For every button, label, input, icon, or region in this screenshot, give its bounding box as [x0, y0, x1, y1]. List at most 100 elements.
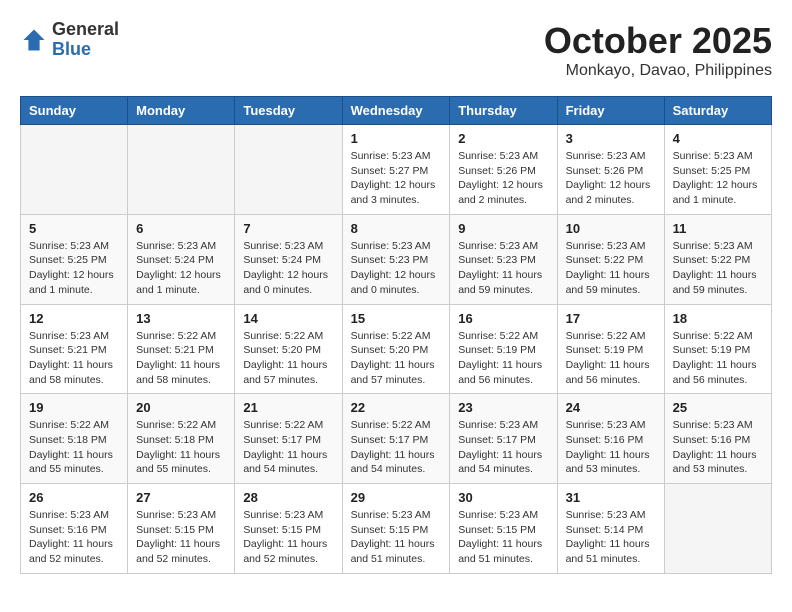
calendar-title: October 2025: [544, 20, 772, 62]
day-cell: [235, 125, 342, 215]
day-number: 30: [458, 490, 548, 505]
day-cell: 31 Sunrise: 5:23 AM Sunset: 5:14 PM Dayli…: [557, 484, 664, 574]
day-number: 1: [351, 131, 442, 146]
day-number: 20: [136, 400, 226, 415]
day-info: Sunrise: 5:23 AM Sunset: 5:17 PM Dayligh…: [458, 418, 548, 477]
day-cell: 2Sunrise: 5:23 AM Sunset: 5:26 PM Daylig…: [450, 125, 557, 215]
day-cell: 7 Sunrise: 5:23 AM Sunset: 5:24 PM Daylig…: [235, 214, 342, 304]
day-number: 17: [566, 311, 656, 326]
day-cell: 27Sunrise: 5:23 AM Sunset: 5:15 PM Dayli…: [128, 484, 235, 574]
day-number: 19: [29, 400, 119, 415]
day-info: Sunrise: 5:23 AM Sunset: 5:16 PM Dayligh…: [566, 418, 656, 477]
week-row-3: 12Sunrise: 5:23 AM Sunset: 5:21 PM Dayli…: [21, 304, 772, 394]
weekday-header-wednesday: Wednesday: [342, 97, 450, 125]
day-info: Sunrise: 5:22 AM Sunset: 5:17 PM Dayligh…: [243, 418, 333, 477]
day-cell: 29Sunrise: 5:23 AM Sunset: 5:15 PM Dayli…: [342, 484, 450, 574]
day-cell: [21, 125, 128, 215]
logo-text: General Blue: [52, 20, 119, 60]
day-cell: [128, 125, 235, 215]
day-info: Sunrise: 5:22 AM Sunset: 5:20 PM Dayligh…: [243, 329, 333, 388]
day-number: 5: [29, 221, 119, 236]
week-row-5: 26 Sunrise: 5:23 AM Sunset: 5:16 PM Dayli…: [21, 484, 772, 574]
day-number: 7: [243, 221, 333, 236]
day-number: 15: [351, 311, 442, 326]
day-cell: 3 Sunrise: 5:23 AM Sunset: 5:26 PM Daylig…: [557, 125, 664, 215]
day-info: Sunrise: 5:23 AM Sunset: 5:24 PM Dayligh…: [136, 239, 226, 298]
day-info: Sunrise: 5:23 AM Sunset: 5:14 PM Dayligh…: [566, 508, 656, 567]
day-cell: 6 Sunrise: 5:23 AM Sunset: 5:24 PM Daylig…: [128, 214, 235, 304]
day-info: Sunrise: 5:23 AM Sunset: 5:16 PM Dayligh…: [29, 508, 119, 567]
day-number: 4: [673, 131, 763, 146]
day-cell: 24 Sunrise: 5:23 AM Sunset: 5:16 PM Dayli…: [557, 394, 664, 484]
day-cell: 1 Sunrise: 5:23 AM Sunset: 5:27 PM Daylig…: [342, 125, 450, 215]
day-info: Sunrise: 5:22 AM Sunset: 5:18 PM Dayligh…: [136, 418, 226, 477]
calendar-location: Monkayo, Davao, Philippines: [544, 62, 772, 80]
day-cell: 14 Sunrise: 5:22 AM Sunset: 5:20 PM Dayli…: [235, 304, 342, 394]
day-cell: 10Sunrise: 5:23 AM Sunset: 5:22 PM Dayli…: [557, 214, 664, 304]
day-info: Sunrise: 5:23 AM Sunset: 5:23 PM Dayligh…: [458, 239, 548, 298]
day-cell: 4 Sunrise: 5:23 AM Sunset: 5:25 PM Daylig…: [664, 125, 771, 215]
logo: General Blue: [20, 20, 119, 60]
page-header: General Blue October 2025 Monkayo, Davao…: [20, 20, 772, 80]
day-number: 21: [243, 400, 333, 415]
calendar-table: SundayMondayTuesdayWednesdayThursdayFrid…: [20, 96, 772, 574]
weekday-header-row: SundayMondayTuesdayWednesdayThursdayFrid…: [21, 97, 772, 125]
day-number: 3: [566, 131, 656, 146]
day-info: Sunrise: 5:22 AM Sunset: 5:19 PM Dayligh…: [566, 329, 656, 388]
day-info: Sunrise: 5:22 AM Sunset: 5:19 PM Dayligh…: [673, 329, 763, 388]
day-number: 6: [136, 221, 226, 236]
day-info: Sunrise: 5:23 AM Sunset: 5:26 PM Dayligh…: [458, 149, 548, 208]
week-row-2: 5 Sunrise: 5:23 AM Sunset: 5:25 PM Daylig…: [21, 214, 772, 304]
day-info: Sunrise: 5:23 AM Sunset: 5:15 PM Dayligh…: [243, 508, 333, 567]
day-number: 10: [566, 221, 656, 236]
day-cell: 28Sunrise: 5:23 AM Sunset: 5:15 PM Dayli…: [235, 484, 342, 574]
day-number: 26: [29, 490, 119, 505]
day-cell: 20 Sunrise: 5:22 AM Sunset: 5:18 PM Dayli…: [128, 394, 235, 484]
day-info: Sunrise: 5:23 AM Sunset: 5:25 PM Dayligh…: [673, 149, 763, 208]
day-number: 9: [458, 221, 548, 236]
day-info: Sunrise: 5:22 AM Sunset: 5:18 PM Dayligh…: [29, 418, 119, 477]
day-info: Sunrise: 5:22 AM Sunset: 5:19 PM Dayligh…: [458, 329, 548, 388]
day-cell: 30 Sunrise: 5:23 AM Sunset: 5:15 PM Dayli…: [450, 484, 557, 574]
day-number: 16: [458, 311, 548, 326]
day-cell: 16 Sunrise: 5:22 AM Sunset: 5:19 PM Dayli…: [450, 304, 557, 394]
day-number: 31: [566, 490, 656, 505]
day-cell: [664, 484, 771, 574]
logo-general-text: General: [52, 20, 119, 40]
day-cell: 12Sunrise: 5:23 AM Sunset: 5:21 PM Dayli…: [21, 304, 128, 394]
day-number: 14: [243, 311, 333, 326]
day-info: Sunrise: 5:23 AM Sunset: 5:21 PM Dayligh…: [29, 329, 119, 388]
day-cell: 21 Sunrise: 5:22 AM Sunset: 5:17 PM Dayli…: [235, 394, 342, 484]
day-info: Sunrise: 5:23 AM Sunset: 5:26 PM Dayligh…: [566, 149, 656, 208]
day-number: 24: [566, 400, 656, 415]
day-info: Sunrise: 5:23 AM Sunset: 5:16 PM Dayligh…: [673, 418, 763, 477]
week-row-1: 1 Sunrise: 5:23 AM Sunset: 5:27 PM Daylig…: [21, 125, 772, 215]
day-number: 22: [351, 400, 442, 415]
day-cell: 17 Sunrise: 5:22 AM Sunset: 5:19 PM Dayli…: [557, 304, 664, 394]
day-info: Sunrise: 5:23 AM Sunset: 5:24 PM Dayligh…: [243, 239, 333, 298]
weekday-header-thursday: Thursday: [450, 97, 557, 125]
day-cell: 15 Sunrise: 5:22 AM Sunset: 5:20 PM Dayli…: [342, 304, 450, 394]
weekday-header-saturday: Saturday: [664, 97, 771, 125]
day-cell: 22Sunrise: 5:22 AM Sunset: 5:17 PM Dayli…: [342, 394, 450, 484]
day-cell: 19 Sunrise: 5:22 AM Sunset: 5:18 PM Dayli…: [21, 394, 128, 484]
day-cell: 23Sunrise: 5:23 AM Sunset: 5:17 PM Dayli…: [450, 394, 557, 484]
weekday-header-tuesday: Tuesday: [235, 97, 342, 125]
day-info: Sunrise: 5:23 AM Sunset: 5:22 PM Dayligh…: [673, 239, 763, 298]
day-cell: 11Sunrise: 5:23 AM Sunset: 5:22 PM Dayli…: [664, 214, 771, 304]
day-info: Sunrise: 5:23 AM Sunset: 5:25 PM Dayligh…: [29, 239, 119, 298]
day-cell: 13Sunrise: 5:22 AM Sunset: 5:21 PM Dayli…: [128, 304, 235, 394]
day-cell: 25 Sunrise: 5:23 AM Sunset: 5:16 PM Dayli…: [664, 394, 771, 484]
day-number: 8: [351, 221, 442, 236]
day-info: Sunrise: 5:23 AM Sunset: 5:27 PM Dayligh…: [351, 149, 442, 208]
day-info: Sunrise: 5:23 AM Sunset: 5:15 PM Dayligh…: [458, 508, 548, 567]
day-cell: 18 Sunrise: 5:22 AM Sunset: 5:19 PM Dayli…: [664, 304, 771, 394]
day-info: Sunrise: 5:23 AM Sunset: 5:15 PM Dayligh…: [351, 508, 442, 567]
day-number: 18: [673, 311, 763, 326]
day-cell: 9 Sunrise: 5:23 AM Sunset: 5:23 PM Daylig…: [450, 214, 557, 304]
day-info: Sunrise: 5:23 AM Sunset: 5:15 PM Dayligh…: [136, 508, 226, 567]
weekday-header-sunday: Sunday: [21, 97, 128, 125]
day-number: 13: [136, 311, 226, 326]
day-number: 25: [673, 400, 763, 415]
day-info: Sunrise: 5:22 AM Sunset: 5:20 PM Dayligh…: [351, 329, 442, 388]
